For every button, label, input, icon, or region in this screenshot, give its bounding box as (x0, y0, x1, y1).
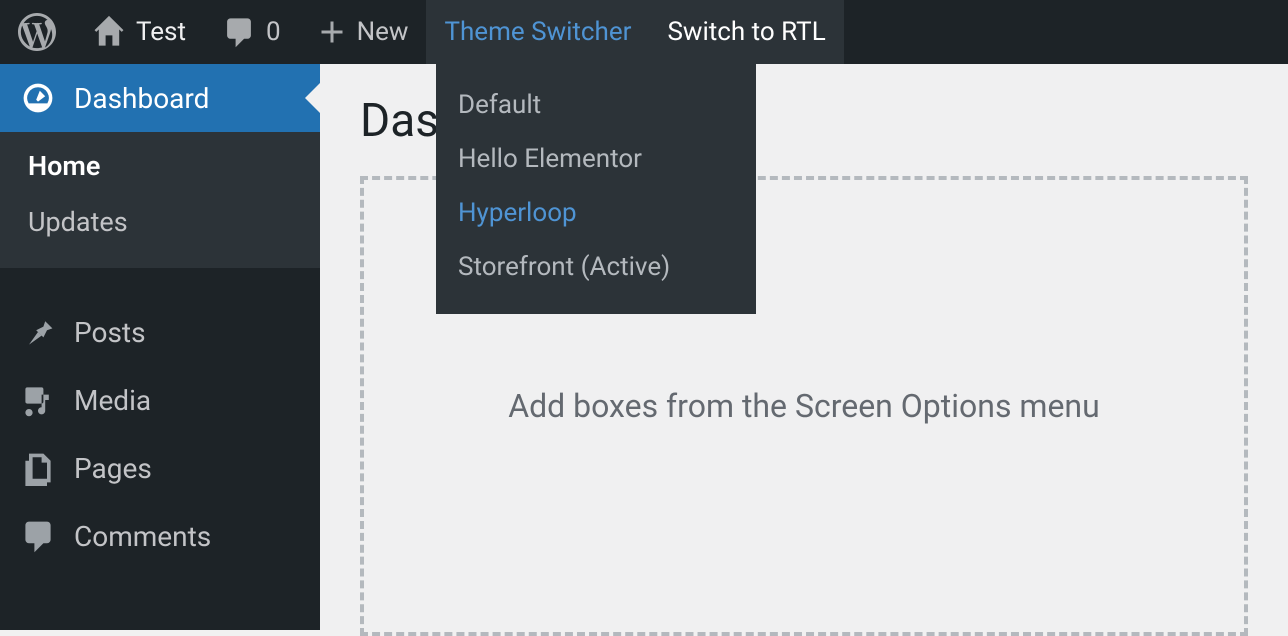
dashboard-submenu: Home Updates (0, 132, 320, 268)
theme-option-storefront[interactable]: Storefront (Active) (436, 240, 756, 294)
comments-link[interactable]: 0 (204, 0, 299, 64)
sidebar-item-label: Pages (74, 452, 152, 485)
theme-option-hyperloop[interactable]: Hyperloop (436, 186, 756, 240)
theme-switcher-label: Theme Switcher (444, 17, 631, 47)
pushpin-icon (20, 314, 56, 350)
wordpress-icon (18, 13, 56, 51)
submenu-item-updates[interactable]: Updates (0, 194, 320, 250)
comment-icon (222, 15, 256, 49)
theme-option-hello-elementor[interactable]: Hello Elementor (436, 132, 756, 186)
submenu-item-home[interactable]: Home (0, 138, 320, 194)
admin-bar: Test 0 New Theme Switcher Switch to RTL (0, 0, 1288, 64)
new-content-menu[interactable]: New (299, 0, 427, 64)
admin-sidebar: Dashboard Home Updates Posts Media Pages… (0, 64, 320, 630)
media-icon (20, 382, 56, 418)
sidebar-item-label: Posts (74, 316, 146, 349)
home-icon (92, 15, 126, 49)
wordpress-logo[interactable] (0, 0, 74, 64)
sidebar-item-media[interactable]: Media (0, 366, 320, 434)
pages-icon (20, 450, 56, 486)
sidebar-item-pages[interactable]: Pages (0, 434, 320, 502)
plus-icon (317, 17, 347, 47)
theme-switcher-menu[interactable]: Theme Switcher (426, 0, 649, 64)
site-home-link[interactable]: Test (74, 0, 204, 64)
theme-option-default[interactable]: Default (436, 78, 756, 132)
switch-rtl-link[interactable]: Switch to RTL (649, 0, 843, 64)
new-content-label: New (357, 17, 409, 47)
dashboard-icon (20, 80, 56, 116)
sidebar-item-comments[interactable]: Comments (0, 502, 320, 570)
site-name-label: Test (136, 17, 186, 47)
comment-count: 0 (266, 17, 281, 47)
sidebar-item-dashboard[interactable]: Dashboard (0, 64, 320, 132)
sidebar-item-posts[interactable]: Posts (0, 298, 320, 366)
sidebar-item-label: Comments (74, 520, 211, 553)
switch-rtl-label: Switch to RTL (667, 17, 825, 47)
dashboard-empty-hint: Add boxes from the Screen Options menu (508, 387, 1099, 425)
comment-icon (20, 518, 56, 554)
sidebar-item-label: Dashboard (74, 82, 209, 115)
theme-switcher-dropdown: Default Hello Elementor Hyperloop Storef… (436, 64, 756, 314)
sidebar-separator (0, 268, 320, 298)
sidebar-item-label: Media (74, 384, 151, 417)
